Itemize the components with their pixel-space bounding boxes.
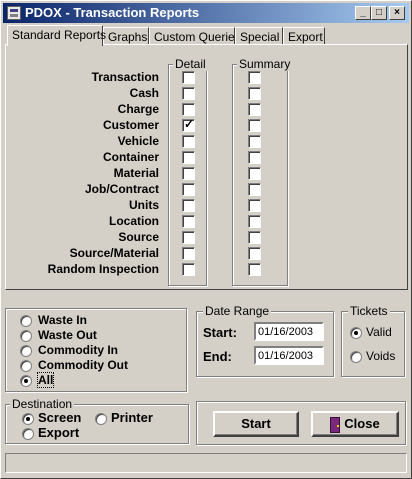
- tab-graphs[interactable]: Graphs: [103, 27, 149, 45]
- detail-checkbox[interactable]: ✓: [182, 117, 195, 132]
- waste-option-label: All: [36, 372, 55, 388]
- report-row-label: Location: [109, 214, 159, 228]
- main-window: PDOX - Transaction Reports _ □ × Standar…: [0, 0, 412, 479]
- maximize-button[interactable]: □: [371, 6, 387, 20]
- waste-option-radio[interactable]: [20, 330, 32, 342]
- tab-label: Standard Reports: [12, 28, 107, 42]
- valid-label: Valid: [366, 325, 392, 339]
- actions-group: Start Close: [196, 401, 406, 445]
- report-row-label: Material: [113, 166, 159, 180]
- end-date-field[interactable]: 01/16/2003: [254, 346, 324, 365]
- summary-group-title: Summary: [237, 57, 293, 71]
- detail-checkbox[interactable]: [182, 263, 195, 276]
- tickets-title: Tickets: [348, 304, 390, 318]
- tickets-group: Tickets Valid Voids: [341, 304, 405, 377]
- close-window-button[interactable]: ×: [389, 6, 405, 20]
- tab-standard-reports[interactable]: Standard Reports: [7, 25, 107, 46]
- checkmark-icon: ✓: [184, 117, 195, 131]
- close-button-label: Close: [344, 416, 380, 431]
- summary-checkbox[interactable]: [248, 87, 261, 100]
- report-row-label: Charge: [117, 102, 159, 116]
- report-row-label: Job/Contract: [84, 182, 159, 196]
- summary-checkbox[interactable]: [248, 231, 261, 244]
- start-button[interactable]: Start: [213, 411, 299, 437]
- detail-checkbox[interactable]: [182, 135, 195, 148]
- detail-checkbox[interactable]: [182, 199, 195, 212]
- waste-type-group: Waste In Waste Out Commodity In Commodity O…: [5, 308, 187, 392]
- waste-option-radio[interactable]: [20, 345, 32, 357]
- destination-group: Destination Screen Printer Export: [5, 397, 189, 444]
- valid-radio[interactable]: [350, 327, 362, 339]
- report-row-label: Random Inspection: [47, 262, 159, 276]
- summary-checkbox[interactable]: [248, 119, 261, 132]
- detail-checkbox[interactable]: [182, 151, 195, 164]
- summary-checkbox[interactable]: [248, 167, 261, 180]
- tab-special[interactable]: Special: [235, 27, 283, 45]
- waste-option-radio[interactable]: [20, 360, 32, 372]
- waste-option-label: Waste In: [38, 313, 87, 327]
- tab-label: Export: [288, 30, 323, 44]
- standard-reports-panel: Detail Summary Transaction Cash Charge Cust…: [5, 44, 408, 290]
- export-radio[interactable]: [22, 428, 34, 440]
- detail-checkbox[interactable]: [182, 87, 195, 100]
- summary-checkbox[interactable]: [248, 263, 261, 276]
- summary-checkbox[interactable]: [248, 71, 261, 84]
- summary-checkbox[interactable]: [248, 103, 261, 116]
- summary-checkbox[interactable]: [248, 183, 261, 196]
- detail-checkbox[interactable]: [182, 231, 195, 244]
- window-title: PDOX - Transaction Reports: [25, 5, 200, 20]
- report-row-label: Customer: [102, 118, 159, 132]
- voids-radio[interactable]: [350, 351, 362, 363]
- summary-checkbox[interactable]: [248, 151, 261, 164]
- start-button-label: Start: [241, 416, 271, 431]
- detail-checkbox[interactable]: [182, 103, 195, 116]
- waste-option-radio[interactable]: [20, 375, 32, 387]
- report-row-label: Container: [102, 150, 159, 164]
- date-range-group: Date Range Start: 01/16/2003 End: 01/16/…: [196, 304, 334, 377]
- waste-option-label: Waste Out: [38, 328, 97, 342]
- minimize-button[interactable]: _: [355, 6, 371, 20]
- detail-group-title: Detail: [173, 57, 208, 71]
- tab-custom-queries[interactable]: Custom Queries: [149, 27, 241, 45]
- screen-radio[interactable]: [22, 413, 34, 425]
- detail-checkbox[interactable]: [182, 247, 195, 260]
- tab-label: Special: [240, 30, 280, 44]
- printer-radio[interactable]: [95, 413, 107, 425]
- tab-export[interactable]: Export: [283, 27, 325, 45]
- detail-checkbox[interactable]: [182, 167, 195, 180]
- report-row-label: Units: [129, 198, 159, 212]
- screen-label: Screen: [38, 410, 82, 425]
- summary-checkbox[interactable]: [248, 135, 261, 148]
- close-door-icon: [330, 416, 341, 433]
- end-date-label: End:: [203, 349, 232, 364]
- summary-checkbox[interactable]: [248, 247, 261, 260]
- date-range-title: Date Range: [203, 304, 272, 318]
- tab-label: Graphs: [108, 30, 148, 44]
- waste-option-label: Commodity In: [38, 343, 118, 357]
- waste-option-radio[interactable]: [20, 315, 32, 327]
- close-button[interactable]: Close: [311, 411, 399, 437]
- detail-checkbox[interactable]: [182, 215, 195, 228]
- report-row-label: Transaction: [91, 70, 159, 84]
- tab-label: Custom Queries: [154, 30, 241, 44]
- app-icon: [7, 6, 21, 20]
- voids-label: Voids: [366, 349, 396, 363]
- export-label: Export: [38, 425, 80, 440]
- printer-label: Printer: [111, 410, 153, 425]
- destination-title: Destination: [10, 397, 75, 411]
- summary-checkbox[interactable]: [248, 199, 261, 212]
- waste-option-label: Commodity Out: [38, 358, 128, 372]
- report-row-label: Source: [118, 230, 159, 244]
- report-row-label: Source/Material: [69, 246, 159, 260]
- start-date-field[interactable]: 01/16/2003: [254, 322, 324, 341]
- summary-checkbox[interactable]: [248, 215, 261, 228]
- detail-checkbox[interactable]: [182, 71, 195, 84]
- detail-checkbox[interactable]: [182, 183, 195, 196]
- report-row-label: Cash: [129, 86, 159, 100]
- start-date-label: Start:: [203, 325, 237, 340]
- title-bar[interactable]: PDOX - Transaction Reports _ □ ×: [3, 3, 409, 23]
- report-row-label: Vehicle: [117, 134, 159, 148]
- status-bar: [5, 453, 407, 473]
